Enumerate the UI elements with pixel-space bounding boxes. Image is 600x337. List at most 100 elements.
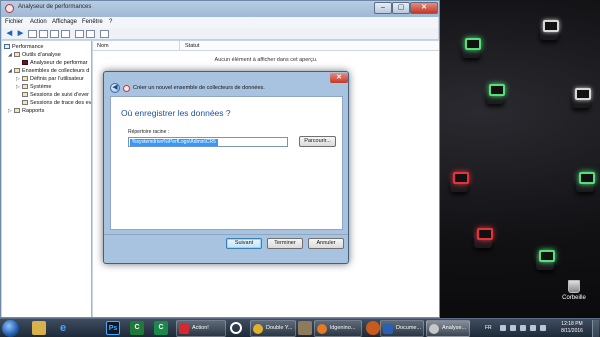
wizard-back-button[interactable]: ◀	[110, 83, 120, 93]
dialog-heading: Où enregistrer les données ?	[121, 108, 231, 118]
camtasia-icon[interactable]: C	[130, 321, 144, 335]
collapse-icon[interactable]: ◢	[8, 68, 13, 74]
folder-icon	[14, 68, 20, 73]
root-directory-label: Répertoire racine :	[128, 129, 170, 135]
opera-icon[interactable]	[230, 322, 242, 334]
dialog-close-button[interactable]: ✕	[330, 73, 348, 83]
recycle-bin-label: Corbeille	[562, 295, 586, 301]
tray-help-icon[interactable]	[500, 325, 506, 331]
footer-divider	[104, 234, 348, 235]
taskbar-item-word[interactable]: Docume...	[380, 320, 424, 337]
clock-time: 12:18 PM	[561, 321, 583, 327]
menu-help[interactable]: ?	[109, 19, 112, 25]
perfmon-app-icon	[429, 324, 439, 334]
column-divider[interactable]	[179, 41, 180, 51]
folder-icon	[22, 92, 28, 97]
expand-icon[interactable]: ▷	[8, 108, 13, 114]
start-button[interactable]	[2, 320, 19, 337]
create-collector-set-wizard: ✕ ◀ Créer un nouvel ensemble de collecte…	[103, 71, 349, 264]
folder-icon	[22, 84, 28, 89]
gimp-icon[interactable]	[298, 321, 312, 335]
next-button[interactable]: Suivant	[226, 238, 262, 249]
dialog-title: Créer un nouvel ensemble de collecteurs …	[133, 85, 265, 91]
tray-expand-icon[interactable]	[510, 325, 516, 331]
taskbar: e Ps C C Action! Double Y... ldgenino...…	[0, 318, 600, 337]
tray-flag-icon[interactable]	[520, 325, 526, 331]
perfmon-app-icon	[5, 4, 14, 13]
photoshop-icon[interactable]: Ps	[106, 321, 120, 335]
monitor-icon	[22, 60, 28, 65]
menu-fenetre[interactable]: Fenêtre	[82, 19, 103, 25]
properties-icon[interactable]	[61, 30, 70, 38]
maximize-button[interactable]: ▢	[392, 2, 410, 14]
windows-explorer-icon[interactable]	[32, 321, 46, 335]
taskbar-item-firefox[interactable]: ldgenino...	[314, 320, 362, 337]
back-arrow-icon: ◀	[112, 84, 118, 91]
tree-item-systeme[interactable]: ▷ Système	[16, 84, 51, 90]
tree-item-outils-analyse[interactable]: ◢ Outils d’analyse	[8, 52, 61, 58]
tree-item-sessions-suivi[interactable]: Sessions de suivi d’ever	[22, 92, 89, 98]
folder-icon	[14, 108, 20, 113]
menu-affichage[interactable]: Affichage	[52, 19, 77, 25]
firefox-icon	[317, 324, 327, 334]
folder-icon	[22, 76, 28, 81]
clock-date: 8/11/2016	[561, 328, 583, 334]
column-statut[interactable]: Statut	[185, 43, 199, 49]
menu-fichier[interactable]: Fichier	[5, 19, 23, 25]
close-button[interactable]: ✕	[410, 2, 438, 14]
volume-icon[interactable]	[540, 325, 546, 331]
tree-item-performance[interactable]: Performance	[4, 44, 44, 50]
toolbar: ◀ ▶	[2, 28, 438, 40]
help-icon[interactable]	[86, 30, 95, 38]
forward-arrow-icon[interactable]: ▶	[16, 30, 25, 38]
browse-button[interactable]: Parcourir...	[299, 136, 336, 147]
new-collector-set-icon[interactable]	[100, 30, 109, 38]
export-list-icon[interactable]	[75, 30, 84, 38]
perfmon-app-icon	[123, 85, 130, 92]
clock[interactable]: 12:18 PM 8/11/2016	[556, 321, 588, 335]
taskbar-item-perfmon[interactable]: Analyse...	[426, 320, 470, 337]
show-desktop-button[interactable]	[592, 320, 599, 337]
word-icon	[383, 324, 393, 334]
window-title: Analyseur de performances	[18, 4, 92, 10]
show-hide-tree-icon[interactable]	[39, 30, 48, 38]
desktop-cube-white	[572, 88, 591, 108]
tree-item-definis[interactable]: ▷ Définis par l’utilisateur	[16, 76, 84, 82]
tree-item-ensembles[interactable]: ◢ Ensembles de collecteurs d	[8, 68, 89, 74]
dialog-body: Où enregistrer les données ? Répertoire …	[110, 96, 343, 230]
list-view-icon[interactable]	[50, 30, 59, 38]
column-nom[interactable]: Nom	[97, 43, 109, 49]
recycle-bin[interactable]: Corbeille	[556, 280, 592, 301]
collapse-icon[interactable]: ◢	[8, 52, 13, 58]
tree-item-sessions-trace[interactable]: Sessions de trace des ev	[22, 100, 91, 106]
desktop-cube-green	[576, 172, 595, 192]
cancel-button[interactable]: Annuler	[308, 238, 344, 249]
desktop-cube-green	[462, 38, 481, 58]
empty-list-message: Aucun élément à afficher dans cet aperçu…	[214, 57, 318, 63]
performance-icon	[4, 44, 10, 49]
camtasia-recorder-icon[interactable]: C	[154, 321, 168, 335]
taskbar-item-chrome[interactable]: Double Y...	[250, 320, 296, 337]
navigation-tree: Performance ◢ Outils d’analyse Analyseur …	[2, 41, 92, 317]
taskbar-item-action[interactable]: Action!	[176, 320, 226, 337]
internet-explorer-icon[interactable]: e	[56, 321, 70, 335]
expand-icon[interactable]: ▷	[16, 76, 21, 82]
tree-item-analyseur[interactable]: Analyseur de performar	[22, 60, 87, 66]
action-recorder-icon	[179, 324, 189, 334]
root-directory-input[interactable]: %systemdrive%\PerfLogs\Admin\CR5	[128, 137, 288, 147]
tree-item-rapports[interactable]: ▷ Rapports	[8, 108, 44, 114]
window-titlebar[interactable]: Analyseur de performances – ▢ ✕	[1, 1, 439, 17]
minimize-button[interactable]: –	[374, 2, 392, 14]
up-folder-icon[interactable]	[28, 30, 37, 38]
firefox-alt-icon[interactable]	[366, 321, 380, 335]
recycle-bin-icon	[568, 280, 580, 293]
back-arrow-icon[interactable]: ◀	[5, 30, 14, 38]
root-directory-value: %systemdrive%\PerfLogs\Admin\CR5	[130, 139, 218, 146]
desktop-cube-red	[450, 172, 469, 192]
menu-action[interactable]: Action	[30, 19, 47, 25]
folder-icon	[22, 100, 28, 105]
network-icon[interactable]	[530, 325, 536, 331]
expand-icon[interactable]: ▷	[16, 84, 21, 90]
finish-button[interactable]: Terminer	[267, 238, 303, 249]
language-indicator[interactable]: FR	[485, 325, 492, 331]
